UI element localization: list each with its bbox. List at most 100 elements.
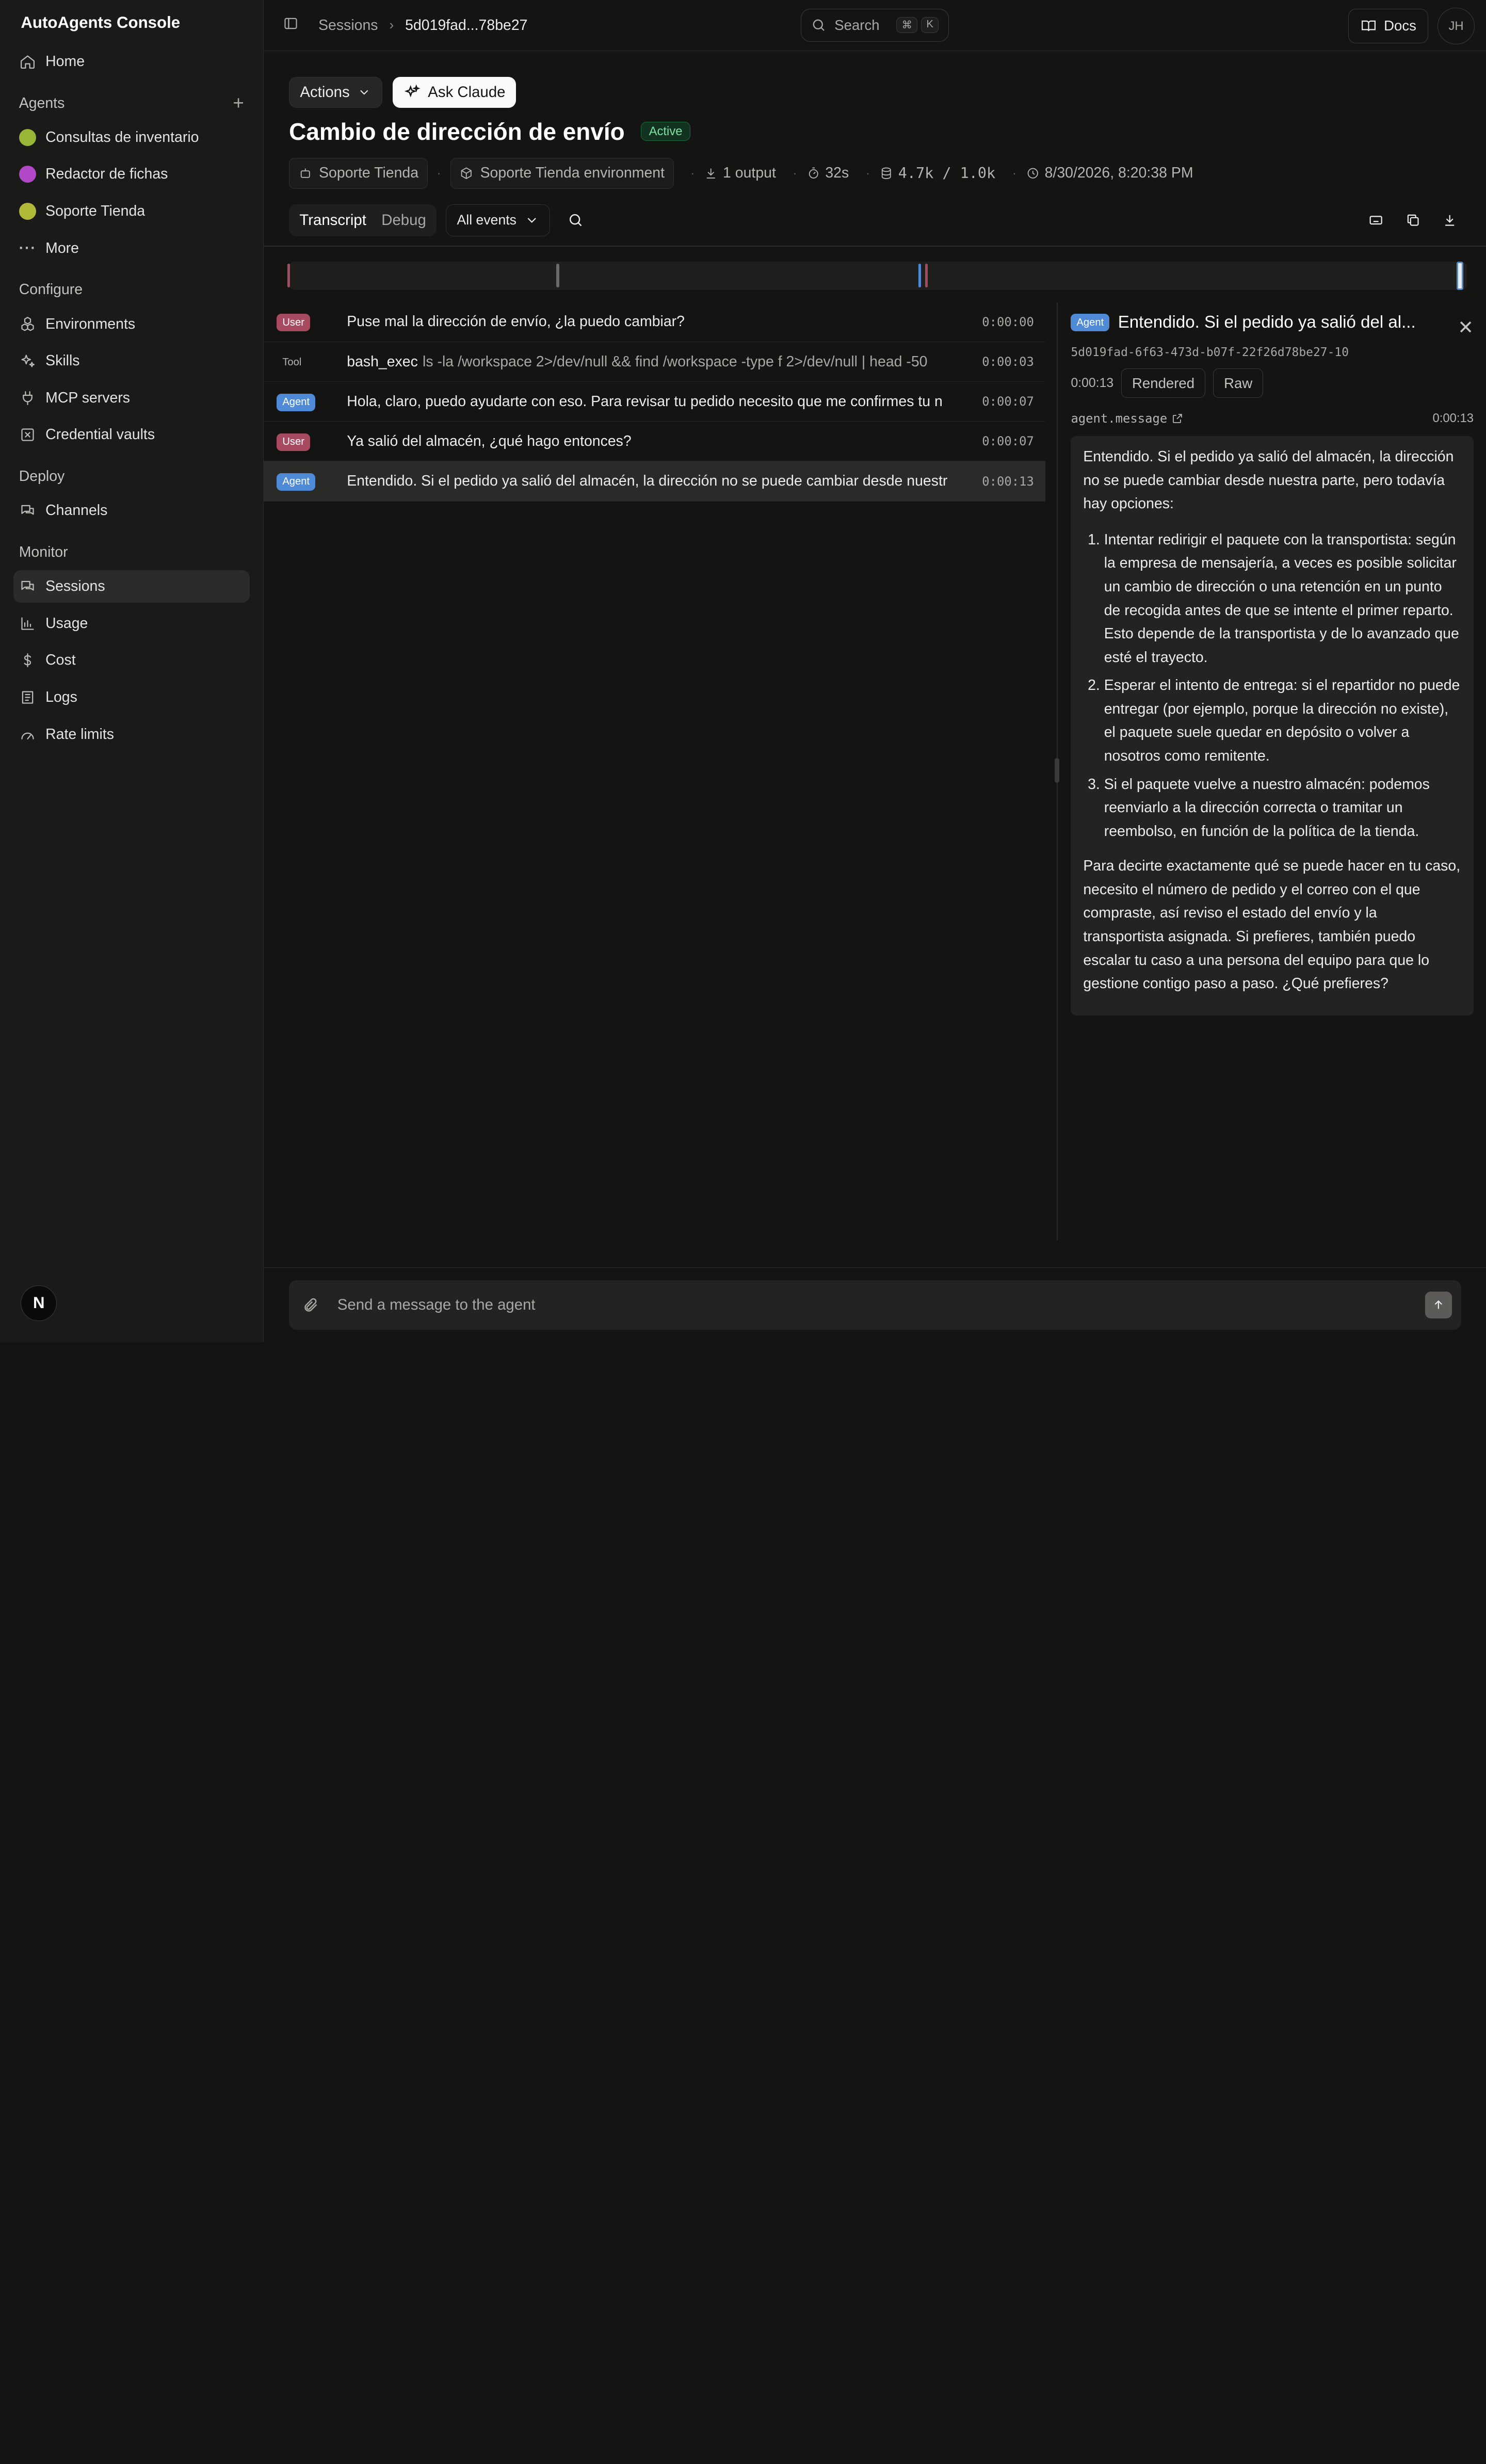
timeline-marker-user[interactable] bbox=[925, 263, 928, 287]
message-list: Intentar redirigir el paquete con la tra… bbox=[1083, 528, 1461, 843]
docs-button[interactable]: Docs bbox=[1348, 8, 1428, 44]
rendered-toggle[interactable]: Rendered bbox=[1121, 368, 1206, 398]
ask-claude-label: Ask Claude bbox=[428, 84, 506, 101]
sidebar-item-mcp-servers[interactable]: MCP servers bbox=[13, 382, 250, 414]
sidebar-item-usage[interactable]: Usage bbox=[13, 607, 250, 639]
event-type[interactable]: agent.message bbox=[1071, 411, 1183, 426]
agents-section-header: Agents + bbox=[13, 89, 250, 118]
more-icon: ··· bbox=[19, 239, 37, 256]
outputs-count[interactable]: 1 output bbox=[704, 165, 776, 182]
search-events-button[interactable] bbox=[560, 204, 592, 236]
agent-chip[interactable]: Soporte Tienda bbox=[289, 157, 428, 189]
gauge-icon bbox=[21, 732, 34, 739]
sidebar-item-agent[interactable]: Redactor de fichas bbox=[13, 158, 250, 190]
sidebar-item-label: Channels bbox=[45, 502, 108, 519]
ask-claude-button[interactable]: Ask Claude bbox=[393, 76, 516, 108]
tool-name: bash_exec bbox=[347, 353, 418, 370]
event-text: Entendido. Si el pedido ya salió del alm… bbox=[347, 473, 948, 490]
event-time: 0:00:07 bbox=[982, 434, 1034, 449]
bar-chart-icon bbox=[21, 617, 34, 630]
keyboard-shortcuts-button[interactable] bbox=[1360, 204, 1392, 236]
role-badge: Tool bbox=[282, 356, 302, 368]
sidebar-item-sessions[interactable]: Sessions bbox=[13, 570, 250, 603]
tab-debug[interactable]: Debug bbox=[374, 212, 434, 229]
role-badge: Agent bbox=[277, 393, 316, 411]
event-row[interactable]: Agent Hola, claro, puedo ayudarte con es… bbox=[263, 382, 1045, 422]
sidebar-item-environments[interactable]: Environments bbox=[13, 308, 250, 340]
agent-name: Soporte Tienda bbox=[319, 165, 419, 182]
sidebar-item-label: Rate limits bbox=[45, 726, 114, 743]
sidebar-item-home[interactable]: Home bbox=[13, 45, 250, 77]
event-text: Hola, claro, puedo ayudarte con eso. Par… bbox=[347, 393, 943, 410]
database-icon bbox=[881, 167, 891, 180]
event-time: 0:00:07 bbox=[982, 394, 1034, 409]
sidebar-item-channels[interactable]: Channels bbox=[13, 495, 250, 527]
close-icon[interactable]: ✕ bbox=[1458, 316, 1474, 339]
event-row[interactable]: Tool bash_exec ls -la /workspace 2>/dev/n… bbox=[263, 342, 1045, 382]
event-filter-select[interactable]: All events bbox=[446, 204, 551, 237]
event-row[interactable]: User Puse mal la dirección de envío, ¿la… bbox=[263, 302, 1045, 343]
role-badge: User bbox=[277, 433, 310, 451]
event-row[interactable]: User Ya salió del almacén, ¿qué hago ent… bbox=[263, 422, 1045, 462]
configure-section-header: Configure bbox=[13, 276, 250, 304]
raw-toggle[interactable]: Raw bbox=[1213, 368, 1264, 398]
clock-icon bbox=[1027, 168, 1038, 179]
event-timeline[interactable] bbox=[287, 261, 1467, 291]
search-button[interactable]: Search ⌘ K bbox=[801, 8, 949, 42]
user-avatar[interactable]: JH bbox=[1437, 7, 1475, 45]
sidebar-item-label: Skills bbox=[45, 352, 80, 369]
sidebar-item-agent[interactable]: Soporte Tienda bbox=[13, 195, 250, 227]
home-icon bbox=[20, 55, 35, 69]
copy-button[interactable] bbox=[1397, 204, 1429, 236]
divider bbox=[263, 1267, 1486, 1268]
plug-icon bbox=[22, 391, 33, 405]
sidebar-item-label: Cost bbox=[45, 652, 76, 669]
tab-transcript[interactable]: Transcript bbox=[292, 212, 374, 229]
message-body: Entendido. Si el pedido ya salió del alm… bbox=[1071, 436, 1474, 1016]
sidebar: AutoAgents Console Home Agents + Consult… bbox=[0, 0, 264, 1342]
sidebar-item-credential-vaults[interactable]: Credential vaults bbox=[13, 419, 250, 451]
cubes-icon bbox=[21, 317, 34, 331]
event-filter-value: All events bbox=[457, 212, 516, 228]
agent-color-dot bbox=[19, 166, 36, 183]
sidebar-item-label: Sessions bbox=[45, 578, 105, 595]
toggle-sidebar-icon[interactable] bbox=[282, 15, 299, 36]
message-list-item: Intentar redirigir el paquete con la tra… bbox=[1104, 528, 1461, 669]
shortcut-key: ⌘ bbox=[896, 17, 917, 33]
sidebar-item-logs[interactable]: Logs bbox=[13, 681, 250, 713]
timeline-marker-agent-selected[interactable] bbox=[1456, 261, 1463, 291]
paperclip-icon[interactable] bbox=[302, 1297, 319, 1314]
workspace-avatar[interactable]: N bbox=[21, 1285, 57, 1322]
environment-chip[interactable]: Soporte Tienda environment bbox=[450, 157, 674, 189]
sidebar-item-label: Environments bbox=[45, 315, 136, 332]
sidebar-item-label: More bbox=[45, 239, 79, 256]
event-time: 0:00:00 bbox=[982, 314, 1034, 329]
detail-time: 0:00:13 bbox=[1071, 376, 1114, 390]
event-time: 0:00:03 bbox=[982, 355, 1034, 369]
sidebar-item-rate-limits[interactable]: Rate limits bbox=[13, 718, 250, 750]
sidebar-item-cost[interactable]: Cost bbox=[13, 645, 250, 677]
resize-handle[interactable] bbox=[1055, 758, 1060, 783]
timeline-marker-agent[interactable] bbox=[918, 263, 922, 287]
chevron-down-icon bbox=[527, 218, 536, 223]
add-agent-icon[interactable]: + bbox=[233, 92, 244, 114]
timeline-marker-tool[interactable] bbox=[556, 263, 559, 287]
search-icon bbox=[570, 214, 582, 227]
send-button[interactable] bbox=[1425, 1292, 1452, 1318]
sidebar-item-more[interactable]: ··· More bbox=[13, 232, 250, 264]
main-content: Sessions › 5d019fad...78be27 Search ⌘ K … bbox=[263, 0, 1486, 1342]
message-input[interactable]: Send a message to the agent bbox=[337, 1296, 536, 1314]
actions-button[interactable]: Actions bbox=[289, 76, 383, 108]
sidebar-item-agent[interactable]: Consultas de inventario bbox=[13, 121, 250, 153]
event-text: Ya salió del almacén, ¿qué hago entonces… bbox=[347, 432, 632, 449]
section-label: Monitor bbox=[19, 544, 68, 561]
external-link-icon bbox=[1172, 413, 1182, 423]
timestamp-value: 8/30/2026, 8:20:38 PM bbox=[1044, 165, 1193, 182]
event-row-selected[interactable]: Agent Entendido. Si el pedido ya salió d… bbox=[263, 461, 1045, 502]
timeline-marker-user[interactable] bbox=[287, 263, 290, 287]
breadcrumb-sessions[interactable]: Sessions bbox=[318, 17, 378, 34]
sidebar-item-skills[interactable]: Skills bbox=[13, 345, 250, 377]
token-value: 4.7k / 1.0k bbox=[898, 165, 996, 182]
download-button[interactable] bbox=[1434, 204, 1466, 236]
message-composer[interactable]: Send a message to the agent bbox=[289, 1280, 1462, 1330]
